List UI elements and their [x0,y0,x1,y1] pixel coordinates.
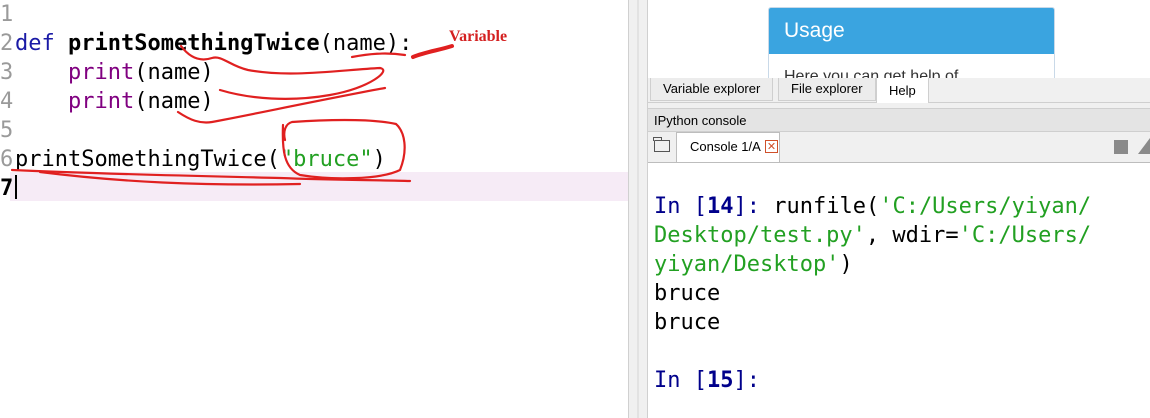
close-icon[interactable]: ✕ [765,140,778,153]
right-panel: Usage Here you can get help of Variable … [648,0,1150,418]
console-line: In [14]: runfile('C:/Users/yiyan/ [654,194,1092,219]
paren-close: ) [372,147,386,172]
print-args: (name) [134,60,214,85]
param-name: name [332,31,386,56]
line-number: 4 [0,89,14,114]
usage-card: Usage Here you can get help of [768,7,1055,79]
tab-variable-explorer[interactable]: Variable explorer [650,78,774,101]
code-line-2: def printSomethingTwice(name): [15,29,412,58]
pane-tab-bar: Variable explorer File explorer Help [648,78,1150,103]
console-line: yiyan/Desktop') [654,252,853,277]
usage-card-title: Usage [769,8,1054,54]
usage-card-body: Here you can get help of [784,68,959,79]
pane-splitter[interactable] [628,0,648,418]
tab-file-explorer[interactable]: File explorer [778,78,876,101]
print-args: (name) [134,89,214,114]
console-tab-label: Console 1/A [690,139,761,154]
line-number: 5 [0,118,14,143]
options-icon[interactable] [1138,138,1150,154]
console-line: Desktop/test.py', wdir='C:/Users/ [654,223,1092,248]
console-prompt: In [15]: [654,368,760,393]
code-line-6: printSomethingTwice("bruce") [15,145,386,174]
code-line-4: print(name) [15,87,214,116]
line-number: 2 [0,31,14,56]
console-tab-bar: Console 1/A ✕ [648,132,1150,163]
help-pane: Usage Here you can get help of [648,0,1150,79]
line-number: 6 [0,147,14,172]
code-line-3: print(name) [15,58,214,87]
paren-open: ( [266,147,280,172]
console-output-line: bruce [654,281,721,306]
ipython-console-title: IPython console [648,108,1150,132]
line-number: 1 [0,2,14,27]
function-call: printSomethingTwice [15,147,267,172]
current-line-highlight [10,172,628,201]
function-name: printSomethingTwice [68,31,320,56]
builtin-print: print [67,60,135,85]
stop-icon[interactable] [1114,140,1128,154]
paren-open: ( [319,31,333,56]
code-editor[interactable]: 1 2 3 4 5 6 7 def printSomethingTwice(na… [0,0,628,418]
text-caret [15,175,17,199]
line-number: 3 [0,60,14,85]
tab-help[interactable]: Help [876,78,929,103]
string-literal: "bruce" [279,147,373,172]
line-number-current: 7 [0,176,14,201]
annotation-label: Variable [449,28,508,45]
console-output-line: bruce [654,310,721,335]
paren-close: ): [385,31,413,56]
folder-icon[interactable] [653,137,670,152]
builtin-print: print [67,89,135,114]
console-output[interactable]: In [14]: runfile('C:/Users/yiyan/ Deskto… [648,163,1150,418]
keyword-def: def [15,31,55,56]
